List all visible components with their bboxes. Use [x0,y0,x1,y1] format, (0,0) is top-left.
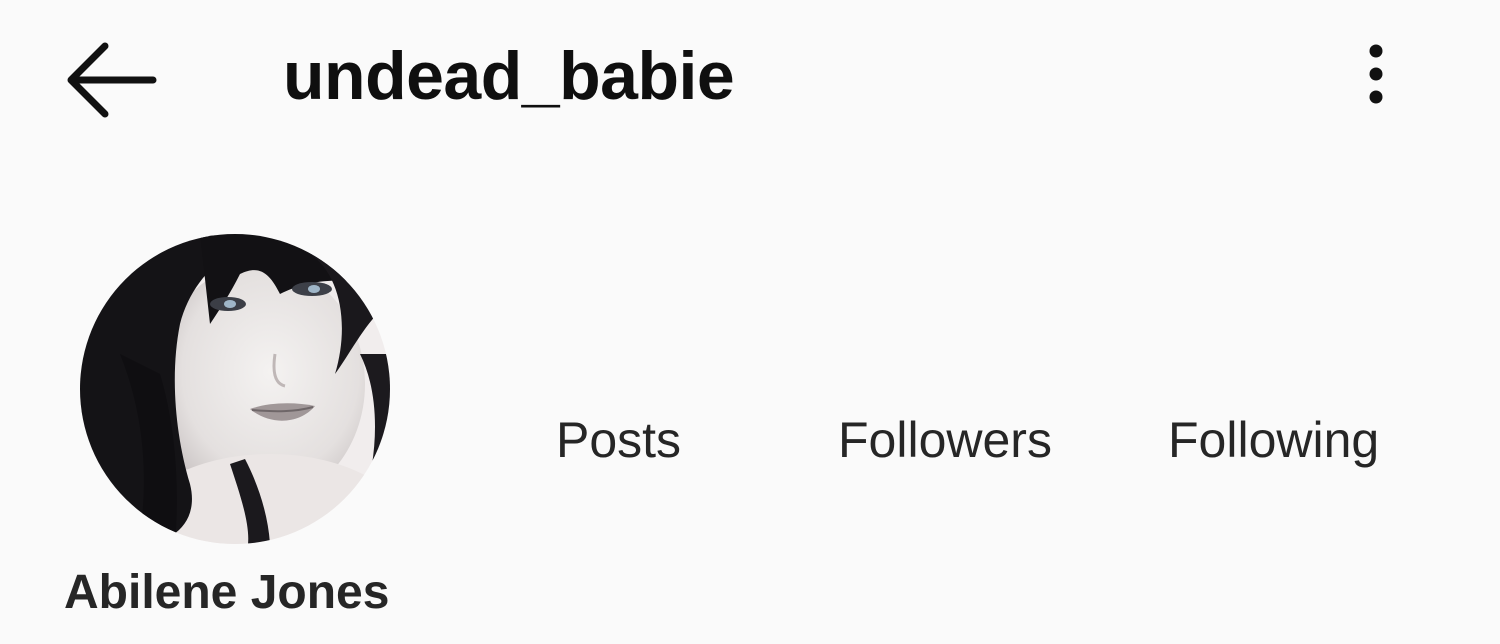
more-vertical-icon [1369,44,1383,104]
profile-display-name: Abilene Jones [64,566,390,619]
posts-stat[interactable]: Posts [556,408,681,472]
profile-avatar[interactable] [80,234,390,544]
arrow-left-icon [67,42,157,118]
posts-label: Posts [556,412,682,468]
top-app-bar: undead_babie [0,0,1500,160]
followers-label: Followers [838,412,1052,468]
profile-photo [80,234,390,544]
followers-stat[interactable]: Followers [838,408,1052,472]
back-button[interactable] [55,38,165,122]
profile-username: undead_babie [283,38,735,114]
following-label: Following [1168,412,1380,468]
more-options-button[interactable] [1350,40,1402,116]
following-stat[interactable]: Following [1168,408,1379,472]
